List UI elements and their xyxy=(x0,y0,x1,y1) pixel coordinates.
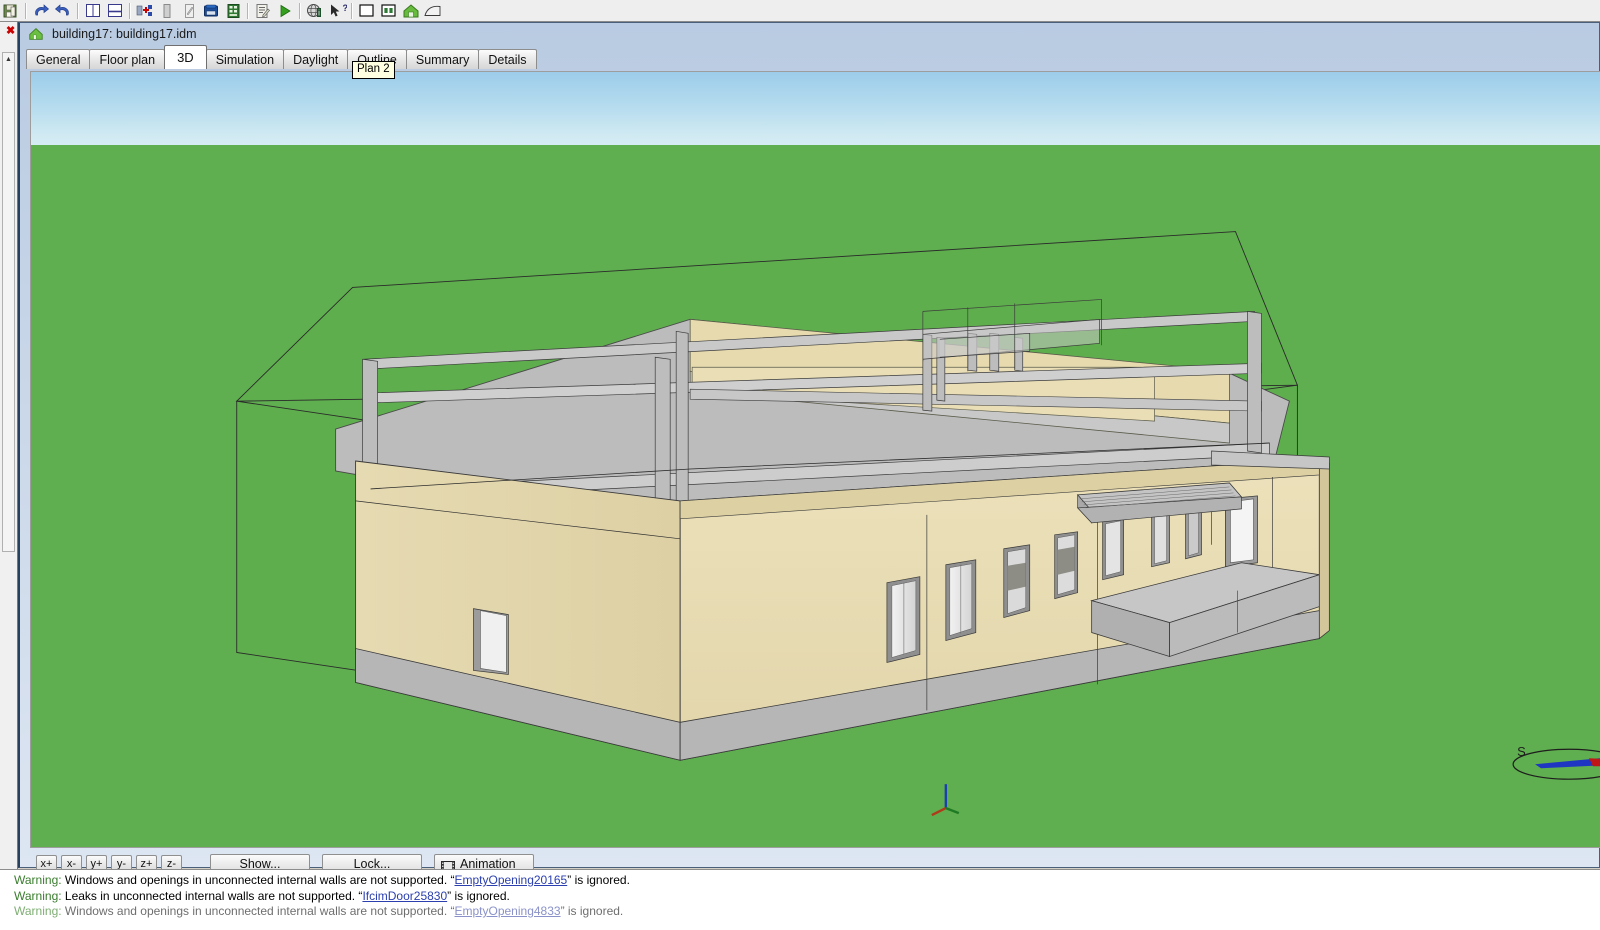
scroll-up-arrow-icon[interactable]: ▲ xyxy=(3,54,14,65)
warning-text-pre: Windows and openings in unconnected inte… xyxy=(61,904,455,918)
toolbar-separator xyxy=(351,2,353,19)
toolbar-separator xyxy=(299,2,301,19)
compass-south-label: S xyxy=(1517,744,1526,759)
message-pane[interactable]: Warning: Windows and openings in unconne… xyxy=(0,869,1600,930)
tab-simulation[interactable]: Simulation xyxy=(205,49,285,69)
tab-floor-plan[interactable]: Floor plan xyxy=(89,49,166,69)
house-green-icon xyxy=(28,26,44,42)
warning-level-label: Warning: xyxy=(14,873,62,887)
blank-document-icon[interactable] xyxy=(157,1,177,21)
warning-message-row[interactable]: Warning: Leaks in unconnected internal w… xyxy=(14,889,1600,905)
tab-details[interactable]: Details xyxy=(478,49,537,69)
film-strip-icon xyxy=(441,859,455,872)
tab-label: Simulation xyxy=(215,52,275,67)
database-blue-icon[interactable] xyxy=(201,1,221,21)
shading-icon[interactable] xyxy=(423,1,443,21)
tab-label: Details xyxy=(488,52,527,67)
insert-object-icon[interactable] xyxy=(135,1,155,21)
tab-summary[interactable]: Summary xyxy=(405,49,480,69)
warning-text-post: ” is ignored. xyxy=(560,904,624,918)
toolbar-separator xyxy=(247,2,249,19)
tooltip: Plan 2 xyxy=(352,61,395,79)
tab-label: Floor plan xyxy=(99,52,156,67)
warning-level-label: Warning: xyxy=(14,888,62,903)
tooltip-text: Plan 2 xyxy=(357,63,390,75)
warning-object-link[interactable]: EmptyOpening20165 xyxy=(454,873,567,887)
toolbar-separator xyxy=(77,2,79,19)
house-green-icon[interactable] xyxy=(401,1,421,21)
warning-message-row[interactable]: Warning: Windows and openings in unconne… xyxy=(14,904,1600,920)
tab-daylight[interactable]: Daylight xyxy=(283,49,349,69)
tile-vertical-icon[interactable] xyxy=(83,1,103,21)
warning-message-row[interactable]: Warning: Windows and openings in unconne… xyxy=(14,873,1600,889)
tab-label: Daylight xyxy=(293,52,339,67)
report-icon[interactable] xyxy=(253,1,273,21)
new-window-icon[interactable] xyxy=(357,1,377,21)
warning-text-pre: Leaks in unconnected internal walls are … xyxy=(61,888,363,903)
warning-level-label: Warning: xyxy=(14,904,62,918)
tab-label: Summary xyxy=(415,52,470,67)
warning-object-link[interactable]: IfcimDoor25830 xyxy=(362,889,447,903)
redo-icon[interactable] xyxy=(53,1,73,21)
tab-general[interactable]: General xyxy=(26,49,91,69)
axis-gizmo-icon xyxy=(931,784,960,817)
compass-icon: S xyxy=(1512,744,1600,780)
tab-label: General xyxy=(36,52,81,67)
tab-bar: General Floor plan 3D Simulation Dayligh… xyxy=(26,45,537,69)
close-icon[interactable]: ✖ xyxy=(6,26,15,37)
main-toolbar: i ? xyxy=(0,0,1600,22)
warning-text-post: ” is ignored. xyxy=(567,873,630,887)
building-model[interactable]: S xyxy=(31,72,1600,847)
save-icon[interactable] xyxy=(1,1,21,21)
globe-info-icon[interactable]: i xyxy=(305,1,325,21)
tab-label: 3D xyxy=(177,49,194,65)
toolbar-separator xyxy=(129,2,131,19)
right-end-wall xyxy=(1318,458,1330,640)
toolbar-separator xyxy=(25,2,27,19)
undo-icon[interactable] xyxy=(31,1,51,21)
tab-3d[interactable]: 3D xyxy=(164,45,207,69)
warning-object-link[interactable]: EmptyOpening4833 xyxy=(454,904,560,918)
left-wall-door xyxy=(473,608,509,675)
model-window: building17: building17.idm General Floor… xyxy=(18,22,1600,875)
3d-viewport[interactable]: S xyxy=(30,71,1600,848)
run-simulation-icon[interactable] xyxy=(275,1,295,21)
warning-text-post: ” is ignored. xyxy=(447,888,510,903)
context-help-icon[interactable]: ? xyxy=(327,1,347,21)
svg-text:i: i xyxy=(318,8,320,17)
tile-horizontal-icon[interactable] xyxy=(105,1,125,21)
background-window-strip: ✖ ▲ xyxy=(0,22,18,930)
svg-text:?: ? xyxy=(342,3,347,13)
warning-text-pre: Windows and openings in unconnected inte… xyxy=(61,873,455,887)
window-titlebar: building17: building17.idm xyxy=(20,23,1599,45)
database-green-icon[interactable] xyxy=(223,1,243,21)
zone-icon[interactable] xyxy=(379,1,399,21)
edit-document-icon[interactable] xyxy=(179,1,199,21)
vertical-scrollbar[interactable] xyxy=(2,52,15,552)
window-title: building17: building17.idm xyxy=(52,27,197,41)
